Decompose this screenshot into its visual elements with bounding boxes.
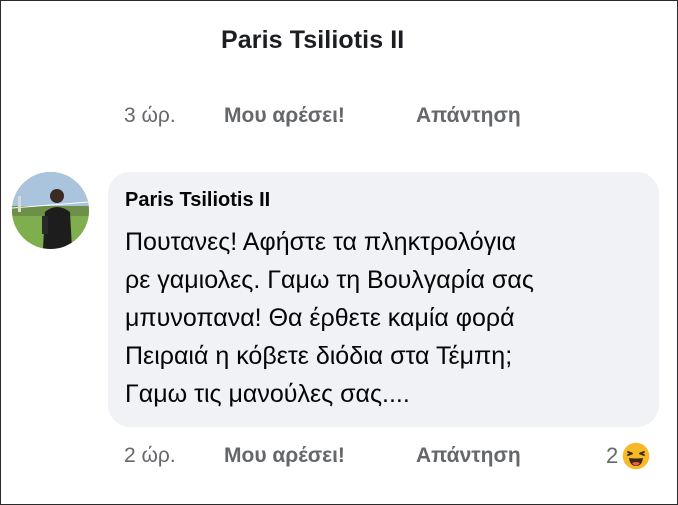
comment-timestamp[interactable]: 2 ώρ. [124, 444, 224, 468]
avatar[interactable] [12, 172, 89, 249]
comment-text: Πουτανες! Αφήστε τα πληκτρολόγια ρε γαμι… [125, 223, 655, 413]
haha-emoji-icon [621, 441, 651, 471]
comment-bubble: Paris Tsiliotis II Πουτανες! Αφήστε τα π… [108, 172, 659, 427]
comment-reply-button[interactable]: Απάντηση [416, 444, 521, 468]
comment-text-line: Γαμω τις μανούλες σας.... [125, 380, 410, 408]
comment-text-line: ρε γαμιολες. Γαμω τη Βουλγαρία σας [125, 266, 534, 294]
comment-actions: 2 ώρ. Μου αρέσει! Απάντηση [124, 444, 521, 468]
avatar-photo [12, 172, 89, 249]
post-reply-button[interactable]: Απάντηση [416, 104, 521, 128]
post-like-button[interactable]: Μου αρέσει! [224, 104, 416, 128]
post-author-name[interactable]: Paris Tsiliotis II [221, 26, 404, 55]
comment-text-line: Πουτανες! Αφήστε τα πληκτρολόγια [125, 228, 517, 256]
post-actions: 3 ώρ. Μου αρέσει! Απάντηση [124, 104, 521, 128]
post-timestamp[interactable]: 3 ώρ. [124, 104, 224, 128]
comment-text-line: μπυνοπανα! Θα έρθετε καμία φορά [125, 304, 515, 332]
comment-reactions[interactable]: 2 [606, 441, 651, 471]
comment-author-name[interactable]: Paris Tsiliotis II [125, 189, 270, 212]
reaction-count: 2 [606, 443, 619, 468]
comment-text-line: Πειραιά η κόβετε διόδια στα Τέμπη; [125, 342, 513, 370]
comment-like-button[interactable]: Μου αρέσει! [224, 444, 416, 468]
